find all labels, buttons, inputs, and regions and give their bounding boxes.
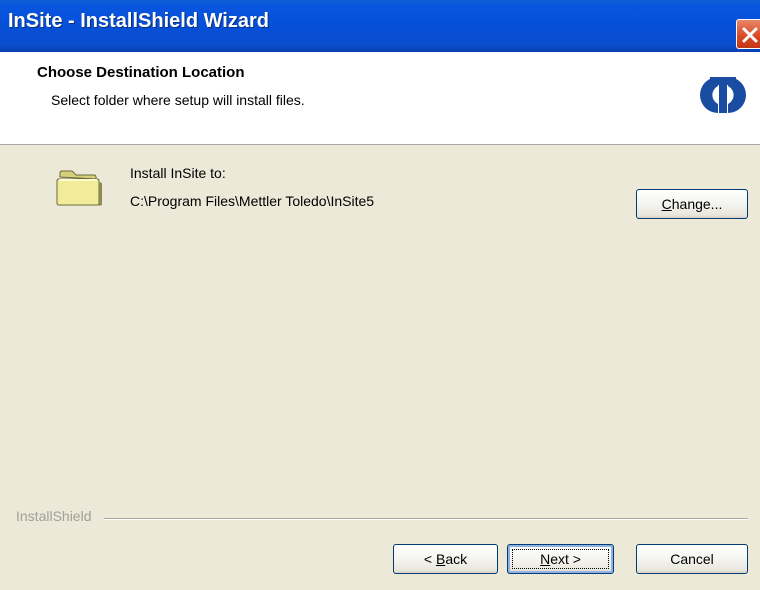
focus-rectangle (512, 549, 609, 569)
install-location-label: Install InSite to: (130, 165, 226, 181)
change-button[interactable]: Change... (636, 189, 748, 219)
installshield-brand: InstallShield (16, 508, 92, 524)
close-icon (742, 27, 758, 43)
back-button[interactable]: < Back (393, 544, 498, 574)
window-title: InSite - InstallShield Wizard (8, 10, 269, 32)
install-path: C:\Program Files\Mettler Toledo\InSite5 (130, 193, 375, 209)
cancel-button[interactable]: Cancel (636, 544, 748, 574)
next-button[interactable]: Next > (507, 544, 614, 574)
wizard-header: Choose Destination Location Select folde… (0, 52, 760, 145)
close-button[interactable] (736, 19, 760, 49)
folder-icon (56, 170, 102, 206)
mettler-toledo-logo-icon (700, 77, 746, 113)
footer-divider (104, 518, 748, 520)
step-subtitle: Select folder where setup will install f… (51, 92, 305, 108)
step-title: Choose Destination Location (37, 64, 245, 81)
title-bar[interactable]: InSite - InstallShield Wizard (0, 0, 760, 52)
